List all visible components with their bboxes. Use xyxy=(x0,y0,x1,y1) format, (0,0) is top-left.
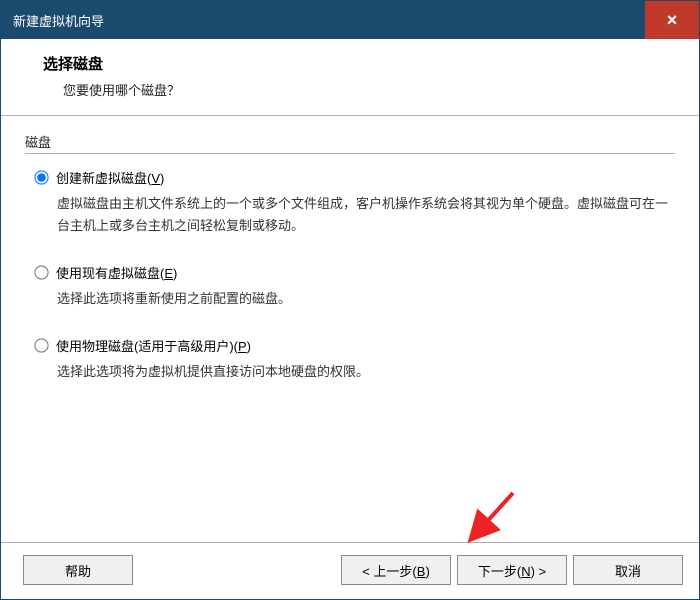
option-existing-row[interactable]: 使用现有虚拟磁盘(E) xyxy=(35,263,675,282)
page-title: 选择磁盘 xyxy=(43,53,675,74)
group-divider xyxy=(25,153,675,154)
radio-use-physical-disk[interactable] xyxy=(34,339,48,353)
label-text: 使用物理磁盘(适用于高级用户)( xyxy=(56,339,238,354)
radio-create-new-disk[interactable] xyxy=(34,170,48,184)
group-label-disk: 磁盘 xyxy=(25,132,675,151)
hotkey-n: N xyxy=(521,564,530,579)
option-create-label: 创建新虚拟磁盘(V) xyxy=(56,168,164,187)
window-title: 新建虚拟机向导 xyxy=(13,11,104,30)
option-create-desc: 虚拟磁盘由主机文件系统上的一个或多个文件组成，客户机操作系统会将其视为单个硬盘。… xyxy=(57,193,675,237)
label-text: < 上一步( xyxy=(362,564,417,579)
titlebar: 新建虚拟机向导 × xyxy=(1,1,699,39)
label-text: ) xyxy=(247,339,251,354)
hotkey-e: E xyxy=(164,266,173,281)
hotkey-p: P xyxy=(238,339,247,354)
hotkey-v: V xyxy=(151,171,160,186)
option-existing-desc: 选择此选项将重新使用之前配置的磁盘。 xyxy=(57,288,675,310)
wizard-window: 新建虚拟机向导 × 选择磁盘 您要使用哪个磁盘？ 磁盘 创建新虚拟磁盘(V) 虚… xyxy=(0,0,700,600)
option-use-existing-disk[interactable]: 使用现有虚拟磁盘(E) 选择此选项将重新使用之前配置的磁盘。 xyxy=(35,263,675,310)
wizard-header: 选择磁盘 您要使用哪个磁盘？ xyxy=(1,39,699,115)
option-existing-label: 使用现有虚拟磁盘(E) xyxy=(56,263,177,282)
option-use-physical-disk[interactable]: 使用物理磁盘(适用于高级用户)(P) 选择此选项将为虚拟机提供直接访问本地硬盘的… xyxy=(35,336,675,383)
close-icon: × xyxy=(667,10,678,31)
option-physical-label: 使用物理磁盘(适用于高级用户)(P) xyxy=(56,336,251,355)
option-create-new-disk[interactable]: 创建新虚拟磁盘(V) 虚拟磁盘由主机文件系统上的一个或多个文件组成，客户机操作系… xyxy=(35,168,675,237)
label-text: 下一步( xyxy=(478,564,521,579)
cancel-button[interactable]: 取消 xyxy=(573,555,683,585)
close-button[interactable]: × xyxy=(645,1,699,39)
page-subtitle: 您要使用哪个磁盘？ xyxy=(63,80,675,99)
label-text: ) > xyxy=(531,564,547,579)
radio-use-existing-disk[interactable] xyxy=(34,266,48,280)
label-text: ) xyxy=(425,564,429,579)
back-button[interactable]: < 上一步(B) xyxy=(341,555,451,585)
option-physical-desc: 选择此选项将为虚拟机提供直接访问本地硬盘的权限。 xyxy=(57,361,675,383)
help-button[interactable]: 帮助 xyxy=(23,555,133,585)
label-text: 创建新虚拟磁盘( xyxy=(56,171,151,186)
option-physical-row[interactable]: 使用物理磁盘(适用于高级用户)(P) xyxy=(35,336,675,355)
option-create-row[interactable]: 创建新虚拟磁盘(V) xyxy=(35,168,675,187)
label-text: ) xyxy=(160,171,164,186)
label-text: ) xyxy=(173,266,177,281)
label-text: 使用现有虚拟磁盘( xyxy=(56,266,164,281)
wizard-footer: 帮助 < 上一步(B) 下一步(N) > 取消 xyxy=(1,543,699,599)
next-button[interactable]: 下一步(N) > xyxy=(457,555,567,585)
content-area: 磁盘 创建新虚拟磁盘(V) 虚拟磁盘由主机文件系统上的一个或多个文件组成，客户机… xyxy=(1,116,699,542)
